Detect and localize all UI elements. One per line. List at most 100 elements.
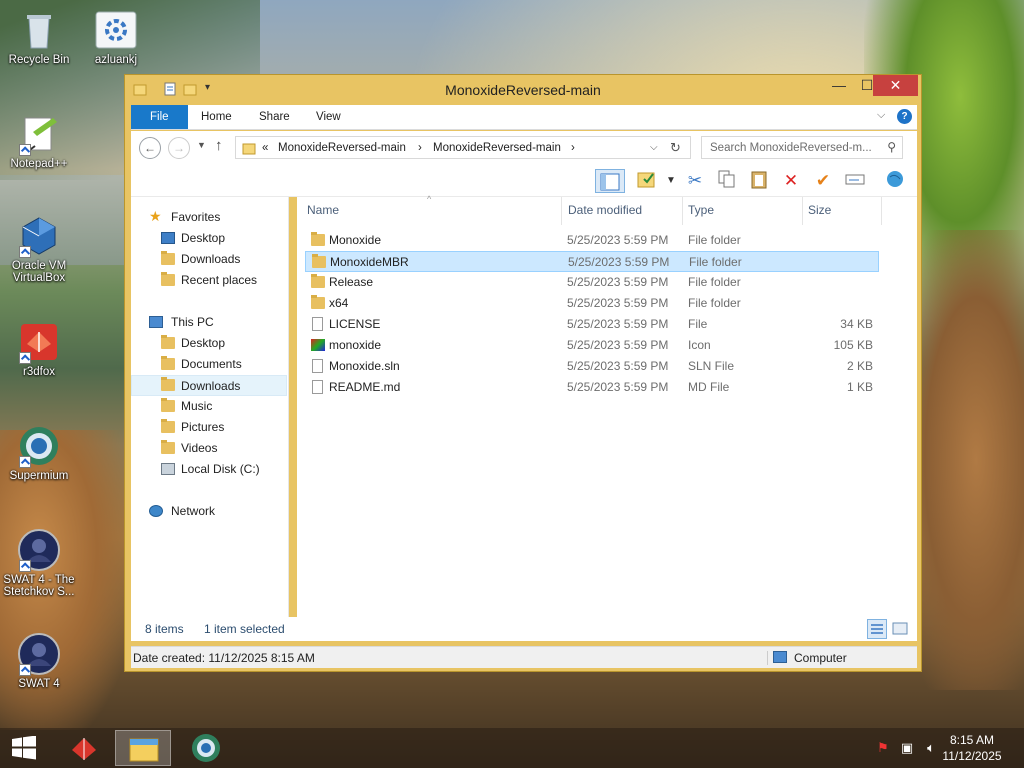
search-input[interactable]: Search MonoxideReversed-m... ⚲ [701,136,903,159]
document-icon [312,359,323,373]
refresh-icon[interactable]: ↻ [670,140,681,156]
desktop-icon-azluankj[interactable]: azluankj [78,8,154,66]
desktop-icon-r3dfox[interactable]: r3dfox [1,320,77,378]
wallpaper-rock-right [904,230,1024,690]
nav-pc-pictures[interactable]: Pictures [131,417,287,438]
network-globe-icon[interactable] [883,169,907,193]
file-row[interactable]: Monoxide.sln 5/25/2023 5:59 PM SLN File 2 K… [305,356,879,377]
file-date: 5/25/2023 5:59 PM [567,296,669,310]
taskbar-supermium[interactable] [178,730,234,766]
up-arrow-icon[interactable]: ↑ [215,137,223,154]
nav-fav-downloads[interactable]: Downloads [131,249,287,270]
pictures-folder-icon [161,419,175,433]
ribbon-tabs: File Home Share View ⌵ ? [131,105,917,130]
file-row[interactable]: README.md 5/25/2023 5:59 PM MD File 1 KB [305,377,879,398]
help-icon[interactable]: ? [897,109,912,124]
sort-ascending-icon: ^ [427,194,432,204]
desktop-icon-virtualbox[interactable]: Oracle VM VirtualBox [1,214,77,284]
breadcrumb-parent[interactable]: MonoxideReversed-main [278,142,406,154]
tab-home[interactable]: Home [187,105,246,129]
file-row[interactable]: Release 5/25/2023 5:59 PM File folder [305,272,879,293]
file-row[interactable]: x64 5/25/2023 5:59 PM File folder [305,293,879,314]
shortcut-arrow-icon [19,664,31,676]
column-divider[interactable] [561,197,562,225]
cut-icon[interactable]: ✂ [683,169,707,193]
tab-file[interactable]: File [131,105,188,129]
breadcrumb-current[interactable]: MonoxideReversed-main [433,142,561,154]
nav-fav-recent[interactable]: Recent places [131,270,287,291]
minimize-button[interactable]: — [825,75,853,96]
navigation-pane: ★ Favorites Desktop Downloads Recent pla… [131,197,289,639]
column-divider[interactable] [682,197,683,225]
nav-pc-desktop[interactable]: Desktop [131,333,287,354]
nav-this-pc[interactable]: This PC [131,312,287,333]
nav-fav-desktop[interactable]: Desktop [131,228,287,249]
nav-pc-local-disk[interactable]: Local Disk (C:) [131,459,287,480]
recent-locations-icon[interactable]: ▼ [197,140,206,150]
address-dropdown-icon[interactable]: ⌵ [650,142,658,153]
nav-pc-music[interactable]: Music [131,396,287,417]
breadcrumb-separator[interactable]: › [418,142,422,154]
nav-favorites[interactable]: ★ Favorites [131,207,287,228]
desktop-icon-swat4[interactable]: SWAT 4 [1,632,77,690]
close-button[interactable]: ✕ [873,75,918,96]
desktop-icon-notepadpp[interactable]: Notepad++ [1,112,77,170]
nav-label: Pictures [181,420,225,434]
nav-pc-documents[interactable]: Documents [131,354,287,375]
downloads-folder-icon [161,377,175,391]
start-button[interactable] [10,735,38,760]
shortcut-arrow-icon [19,144,31,156]
nav-network[interactable]: Network [131,501,287,522]
folder-icon [312,254,326,268]
tab-share[interactable]: Share [245,105,304,129]
desktop-icon-swat4-stetchkov[interactable]: SWAT 4 - The Stetchkov S... [1,528,77,598]
column-date-modified[interactable]: Date modified [568,203,642,217]
action-center-flag-icon[interactable]: ⚑ [874,740,892,756]
column-divider[interactable] [881,197,882,225]
nav-pc-videos[interactable]: Videos [131,438,287,459]
file-row[interactable]: monoxide 5/25/2023 5:59 PM Icon 105 KB [305,335,879,356]
column-type[interactable]: Type [688,203,714,217]
network-tray-icon[interactable]: ▣ [898,740,916,756]
column-size[interactable]: Size [808,203,831,217]
preview-pane-button[interactable] [595,169,625,193]
file-row[interactable]: LICENSE 5/25/2023 5:59 PM File 34 KB [305,314,879,335]
file-type: File [688,317,708,331]
file-date: 5/25/2023 5:59 PM [567,317,669,331]
address-bar[interactable]: « MonoxideReversed-main › MonoxideRevers… [235,136,691,159]
rename-field-icon[interactable] [843,169,867,193]
search-icon[interactable]: ⚲ [887,140,896,154]
file-size: 2 KB [846,359,873,373]
taskbar-r3dfox[interactable] [56,730,112,766]
back-button[interactable]: ← [139,137,161,159]
details-view-button[interactable] [867,619,887,639]
window-title: MonoxideReversed-main [445,82,601,98]
file-row[interactable]: MonoxideMBR 5/25/2023 5:59 PM File folder [305,251,879,272]
copy-icon[interactable] [715,169,739,193]
nav-label: Videos [181,441,218,455]
address-overflow[interactable]: « [262,142,268,154]
file-row[interactable]: Monoxide 5/25/2023 5:59 PM File folder [305,230,879,251]
taskbar-file-explorer[interactable] [115,730,171,766]
desktop-icon-supermium[interactable]: Supermium [1,424,77,482]
delete-icon[interactable]: ✕ [779,169,803,193]
select-dropdown-icon[interactable]: ▼ [659,169,683,193]
drive-icon [161,463,175,475]
properties-button[interactable] [635,169,659,193]
paste-icon[interactable] [747,169,771,193]
desktop-icon-recycle-bin[interactable]: Recycle Bin [1,8,77,66]
nav-pc-downloads[interactable]: Downloads [131,375,287,396]
breadcrumb-separator[interactable]: › [571,142,575,154]
location-text: Computer [794,651,847,665]
file-name: LICENSE [329,317,381,331]
column-name[interactable]: Name [307,203,339,217]
clock[interactable]: 8:15 AM 11/12/2025 [932,732,1012,764]
column-divider[interactable] [802,197,803,225]
large-icons-view-button[interactable] [891,620,909,638]
title-bar[interactable]: ▾ MonoxideReversed-main — ☐ ✕ [125,75,921,105]
expand-ribbon-icon[interactable]: ⌵ [877,109,885,122]
rename-check-icon[interactable]: ✔ [811,169,835,193]
tab-view[interactable]: View [302,105,355,129]
forward-button[interactable]: → [168,137,190,159]
file-date: 5/25/2023 5:59 PM [567,233,669,247]
